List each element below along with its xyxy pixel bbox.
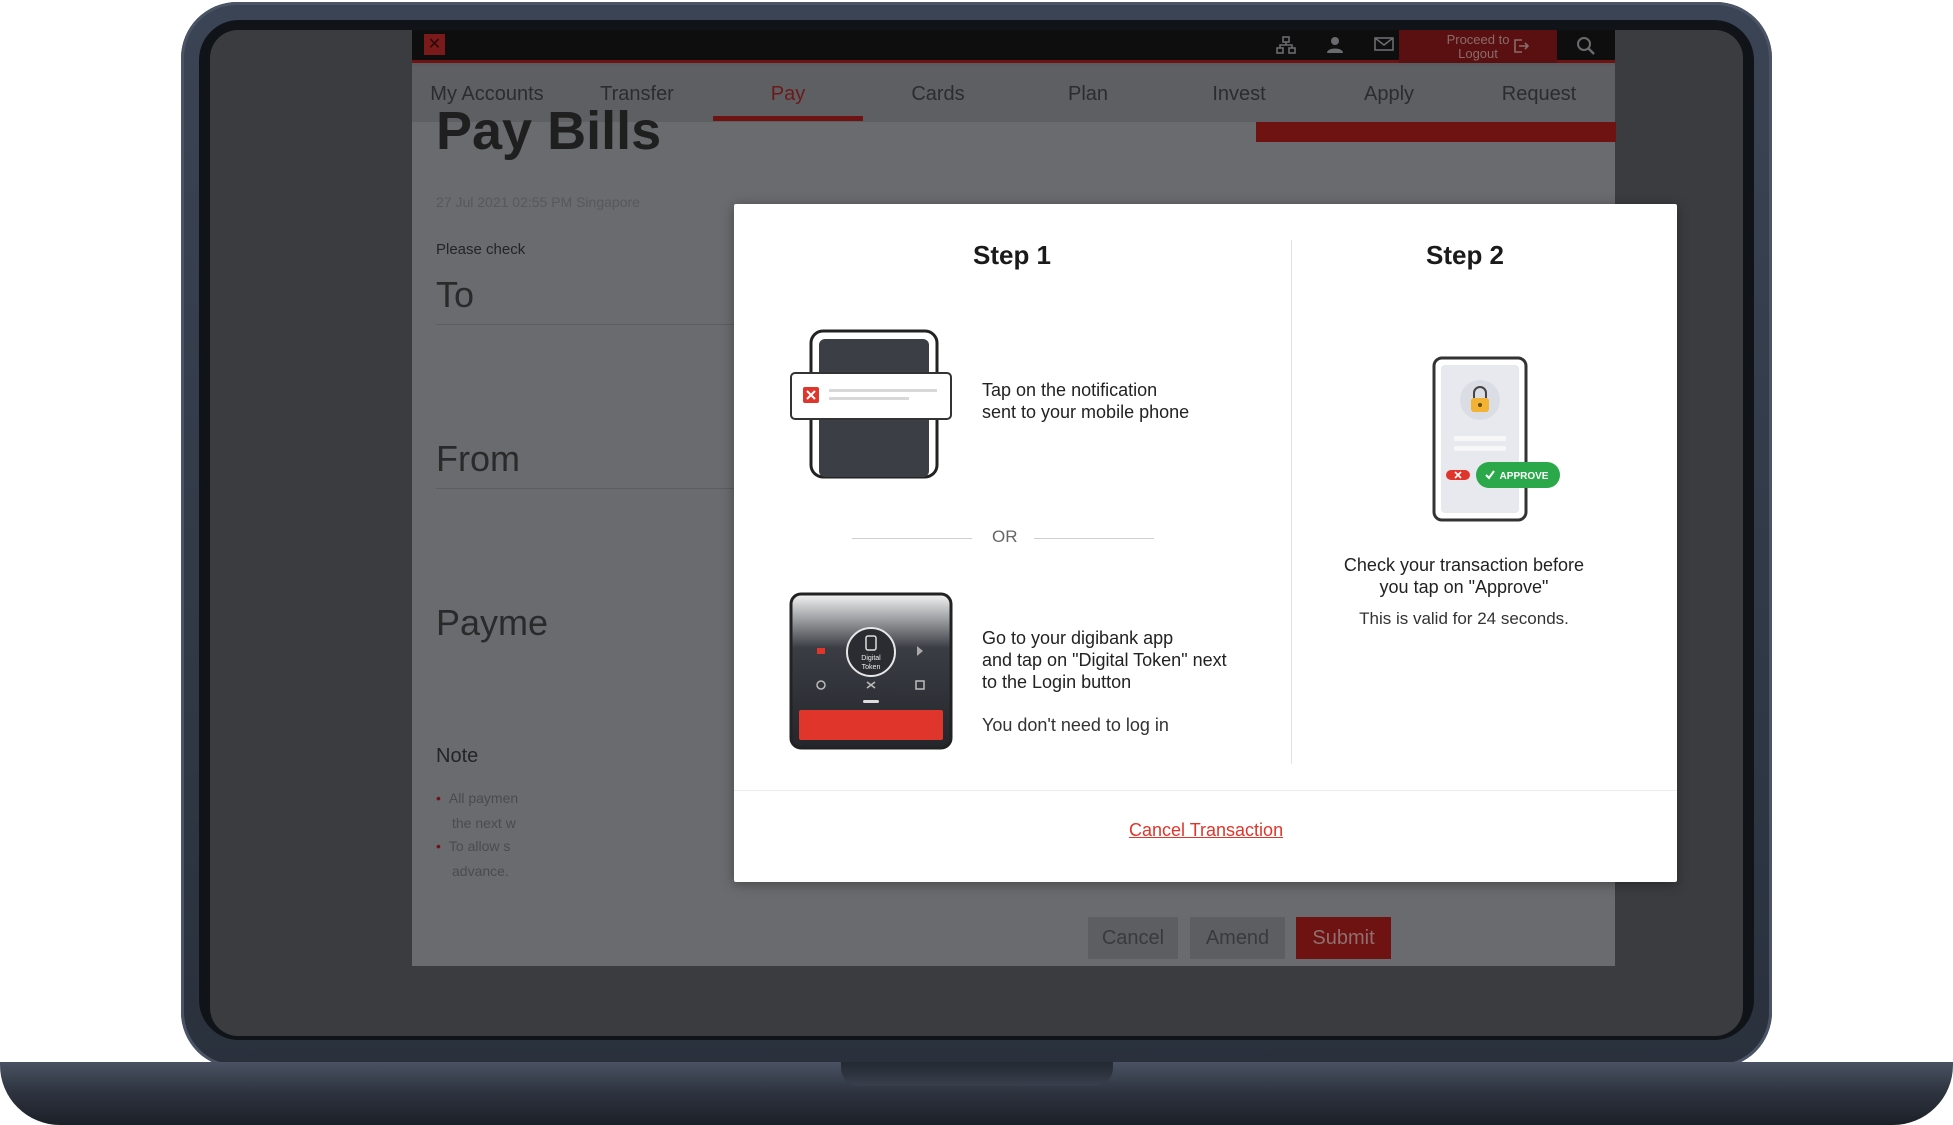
approve-phone-illustration: APPROVE xyxy=(1432,356,1560,522)
section-from: From xyxy=(436,438,520,479)
step2-valid-text: This is valid for 24 seconds. xyxy=(1359,609,1569,628)
sitemap-icon[interactable] xyxy=(1275,36,1297,56)
banking-site: ✕ Proceed to Logout My Accounts Transfer… xyxy=(412,30,1677,966)
approve-badge-text: APPROVE xyxy=(1500,471,1549,482)
cancel-button[interactable]: Cancel xyxy=(1088,917,1178,959)
page-title: Pay Bills xyxy=(436,101,662,161)
amend-button[interactable]: Amend xyxy=(1190,917,1285,959)
logout-icon xyxy=(1513,38,1530,57)
step1-instruction: Tap on the notification sent to your mob… xyxy=(982,380,1190,422)
step-divider xyxy=(1291,240,1292,764)
laptop-notch xyxy=(841,1062,1113,1086)
digital-token-text-1: Digital xyxy=(861,655,881,662)
page-timestamp: 27 Jul 2021 02:55 PM Singapore xyxy=(436,194,640,210)
note-bullet-1a: • All paymen xyxy=(436,790,519,806)
logout-label: Proceed to Logout xyxy=(1446,32,1510,61)
nav-invest[interactable]: Invest xyxy=(1164,66,1314,122)
or-divider: OR xyxy=(852,524,1157,554)
note-bullet-2b: advance. xyxy=(452,863,509,879)
search-icon[interactable] xyxy=(1575,36,1597,56)
nav-plan[interactable]: Plan xyxy=(1013,66,1163,122)
nav-apply[interactable]: Apply xyxy=(1314,66,1464,122)
section-to: To xyxy=(436,274,475,315)
cancel-transaction-link[interactable]: Cancel Transaction xyxy=(1129,820,1283,841)
digibank-app-illustration: Digital Token xyxy=(789,592,953,750)
step2-title: Step 2 xyxy=(1425,240,1505,270)
digital-token-modal: Step 1 Step 2 Tap on the notification se… xyxy=(734,204,1677,882)
mail-icon[interactable] xyxy=(1373,36,1395,56)
nav-request[interactable]: Request xyxy=(1464,66,1614,122)
step1-no-login-note: You don't need to log in xyxy=(982,715,1169,735)
note-bullet-1b: the next w xyxy=(452,815,516,831)
logout-button[interactable]: Proceed to Logout xyxy=(1399,30,1557,63)
modal-footer-divider xyxy=(734,790,1677,791)
bank-logo-icon[interactable]: ✕ xyxy=(424,34,445,55)
laptop-screen: ✕ Proceed to Logout My Accounts Transfer… xyxy=(210,30,1743,1036)
check-text: Please check xyxy=(436,241,526,258)
note-heading: Note xyxy=(436,745,479,767)
submit-button[interactable]: Submit xyxy=(1296,917,1391,959)
digital-token-text-2: Token xyxy=(862,664,881,671)
step1-title: Step 1 xyxy=(972,240,1052,270)
nav-pay[interactable]: Pay xyxy=(713,66,863,122)
step2-instruction: Check your transaction before you tap on… xyxy=(1343,555,1585,597)
profile-icon[interactable] xyxy=(1324,36,1346,56)
nav-active-indicator xyxy=(713,116,863,121)
nav-cards[interactable]: Cards xyxy=(863,66,1013,122)
step1-alt-instruction: Go to your digibank app and tap on "Digi… xyxy=(982,628,1227,692)
section-payment: Payme xyxy=(436,602,549,643)
or-label: OR xyxy=(992,527,1018,546)
phone-notification-illustration xyxy=(790,329,952,479)
header-action-bar[interactable] xyxy=(1256,122,1616,142)
laptop-mockup: ✕ Proceed to Logout My Accounts Transfer… xyxy=(0,0,1953,1125)
note-bullet-2a: • To allow s xyxy=(436,838,511,854)
top-bar: ✕ Proceed to Logout xyxy=(412,30,1615,63)
